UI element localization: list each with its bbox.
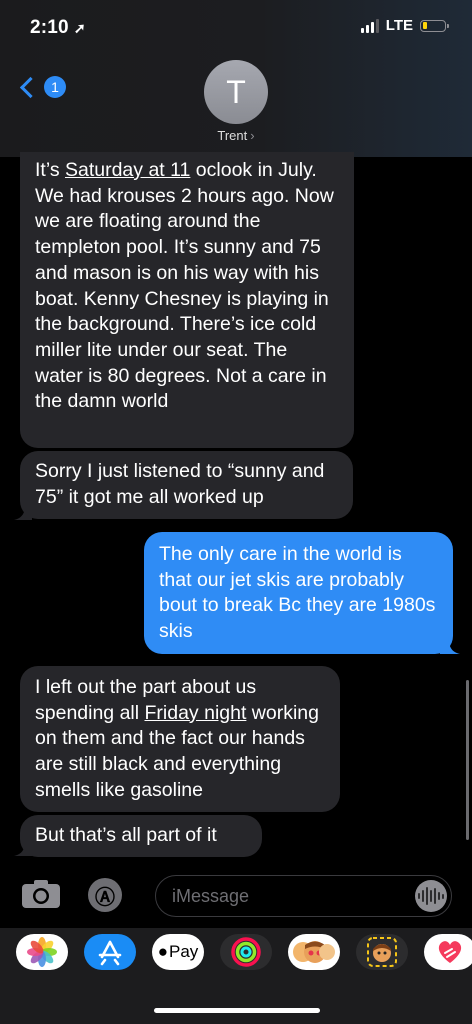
app-store-icon: Ⓐ bbox=[95, 886, 115, 909]
chevron-right-icon: › bbox=[250, 128, 255, 143]
message-text: I left out the part about us spending al… bbox=[35, 676, 320, 801]
digital-touch-icon bbox=[438, 941, 462, 963]
photos-app-button[interactable] bbox=[16, 934, 68, 970]
memoji-icon bbox=[293, 941, 335, 963]
audio-message-button[interactable] bbox=[415, 880, 447, 912]
status-time: 2:10 ➚ bbox=[30, 17, 86, 39]
unread-badge: 1 bbox=[44, 76, 66, 98]
message-text: But that’s all part of it bbox=[35, 824, 217, 846]
apple-pay-icon: ● bbox=[157, 942, 168, 961]
status-indicators: LTE bbox=[360, 17, 449, 34]
app-store-app-button[interactable] bbox=[84, 934, 136, 970]
contact-name-button[interactable]: Trent › bbox=[0, 128, 472, 143]
date-link[interactable]: Friday night bbox=[145, 702, 247, 724]
apps-button[interactable]: Ⓐ bbox=[88, 878, 122, 912]
contact-name: Trent bbox=[217, 128, 248, 143]
chevron-left-icon bbox=[19, 76, 42, 98]
message-bubble-received[interactable]: Sorry I just listened to “sunny and 75” … bbox=[20, 451, 353, 519]
memoji-app-button[interactable] bbox=[288, 934, 340, 970]
message-bubble-sent[interactable]: The only care in the world is that our j… bbox=[144, 532, 453, 654]
compose-bar: Ⓐ iMessage bbox=[0, 870, 472, 926]
date-link[interactable]: Saturday at 11 bbox=[65, 159, 190, 181]
cellular-signal-icon bbox=[360, 18, 379, 33]
app-store-icon bbox=[98, 940, 122, 966]
status-time-text: 2:10 bbox=[30, 17, 69, 38]
scrollbar[interactable] bbox=[466, 680, 469, 840]
message-bubble-received[interactable]: I left out the part about us spending al… bbox=[20, 666, 340, 812]
message-bubble-received[interactable]: It’s Saturday at 11 oclook in July. We h… bbox=[20, 152, 354, 448]
message-input-placeholder: iMessage bbox=[172, 886, 250, 906]
bubble-tail bbox=[14, 838, 32, 856]
photos-icon bbox=[27, 937, 57, 967]
message-input[interactable]: iMessage bbox=[155, 875, 452, 917]
location-arrow-icon: ➚ bbox=[73, 20, 86, 36]
activity-app-button[interactable] bbox=[220, 934, 272, 970]
conversation-header: 2:10 ➚ LTE 1 T Trent › bbox=[0, 0, 472, 157]
back-button[interactable]: 1 bbox=[17, 76, 66, 98]
apple-pay-button[interactable]: ● Pay bbox=[152, 934, 204, 970]
memoji-stickers-icon bbox=[367, 937, 397, 967]
contact-avatar[interactable]: T bbox=[204, 60, 268, 124]
message-text: Sorry I just listened to “sunny and 75” … bbox=[35, 460, 325, 508]
memoji-stickers-app-button[interactable] bbox=[356, 934, 408, 970]
message-text: The only care in the world is that our j… bbox=[159, 543, 436, 643]
bubble-tail bbox=[14, 502, 32, 520]
bubble-tail bbox=[440, 636, 460, 654]
network-type: LTE bbox=[385, 17, 413, 34]
home-indicator[interactable] bbox=[154, 1008, 320, 1013]
activity-icon bbox=[231, 937, 261, 967]
apple-pay-label: Pay bbox=[168, 942, 199, 961]
app-drawer: ● Pay bbox=[0, 928, 472, 1024]
digital-touch-app-button[interactable] bbox=[424, 934, 472, 970]
message-bubble-received[interactable]: But that’s all part of it bbox=[20, 815, 262, 857]
battery-icon bbox=[420, 19, 449, 32]
message-text: It’s Saturday at 11 oclook in July. We h… bbox=[35, 159, 334, 413]
camera-icon[interactable] bbox=[21, 879, 61, 909]
avatar-initial: T bbox=[226, 73, 246, 110]
